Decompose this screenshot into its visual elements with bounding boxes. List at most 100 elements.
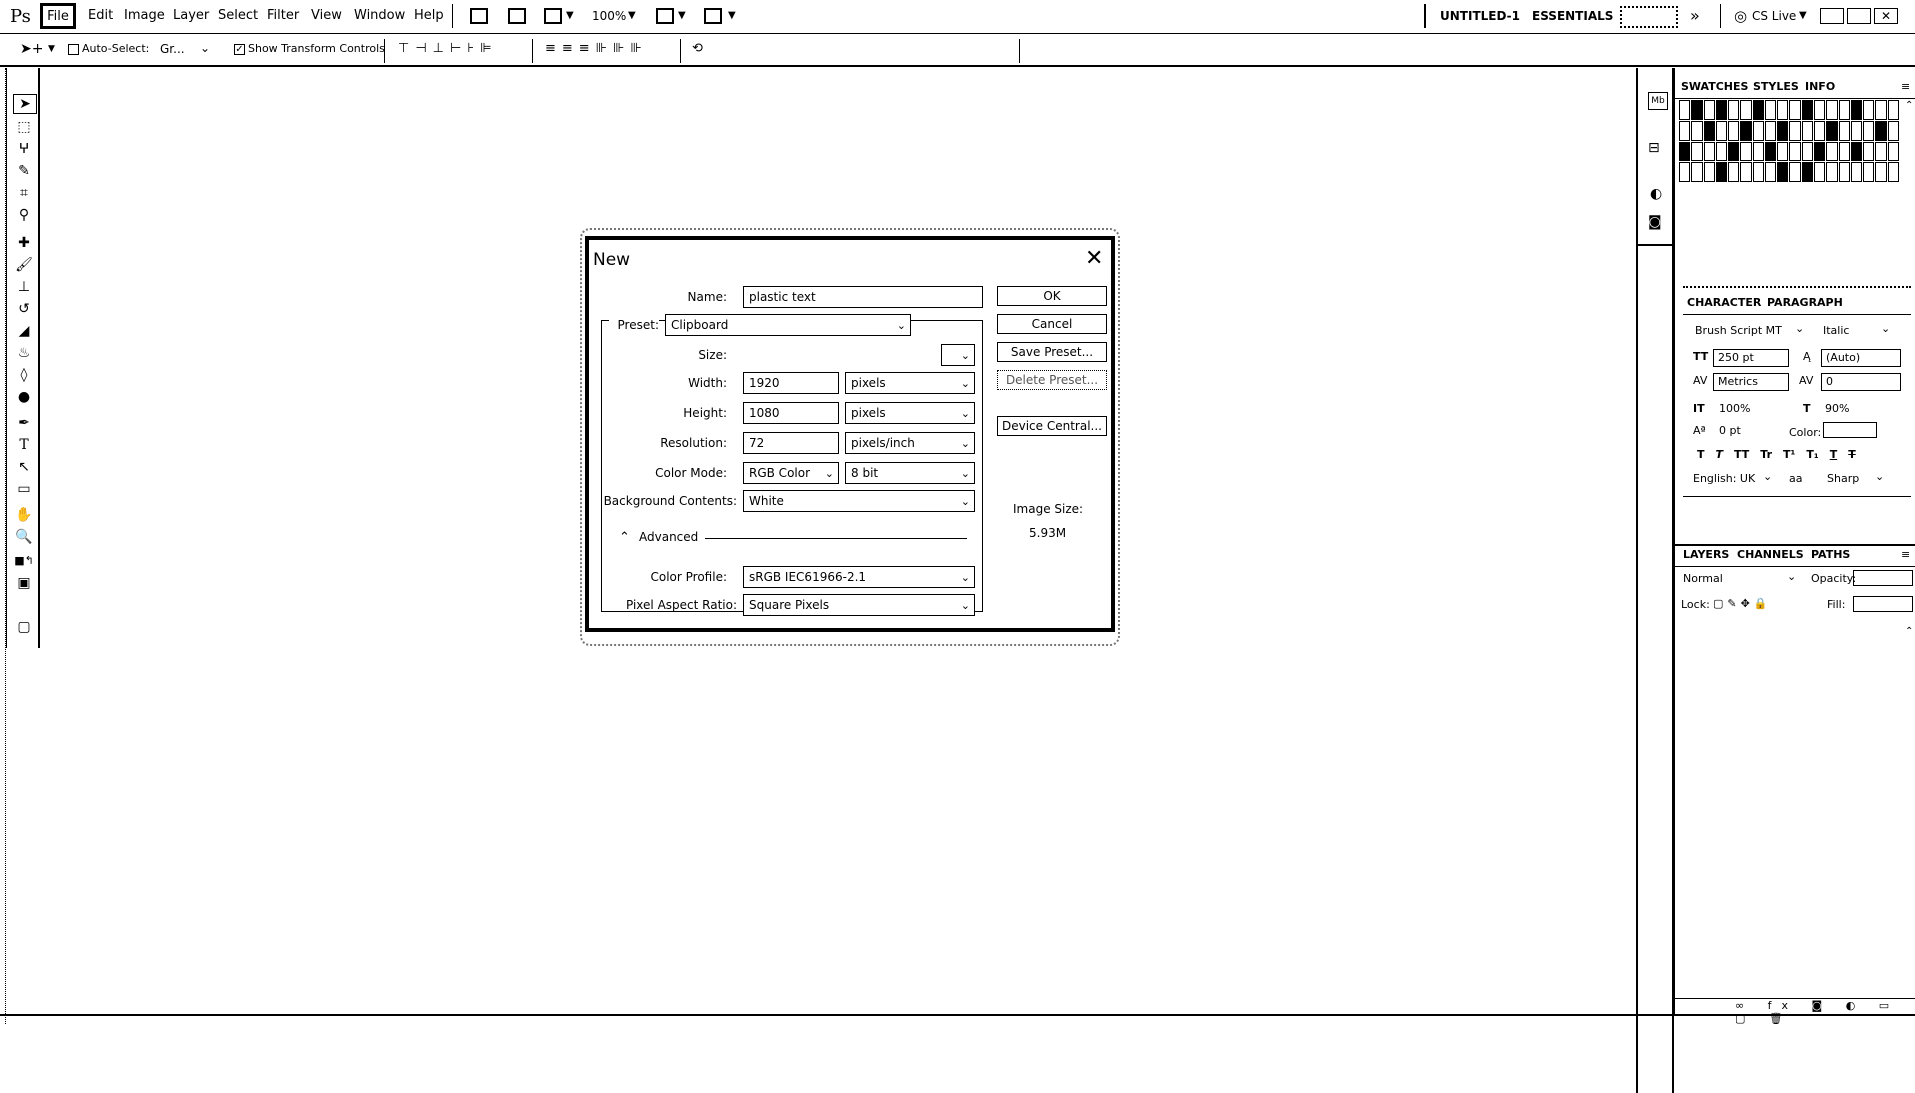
lasso-tool-icon[interactable]: ⵖ — [13, 140, 35, 158]
name-input[interactable]: plastic text — [743, 286, 983, 308]
close-icon[interactable]: ✕ — [1874, 8, 1898, 24]
masks-icon[interactable]: ◙ — [1648, 214, 1662, 230]
color-swap-icon[interactable]: ■↰ — [13, 552, 35, 570]
menu-select[interactable]: Select — [218, 8, 258, 23]
swatch-grid[interactable] — [1679, 100, 1899, 182]
healing-brush-icon[interactable]: ✚ — [13, 234, 35, 252]
delete-preset-button[interactable]: Delete Preset... — [997, 370, 1107, 390]
menu-filter[interactable]: Filter — [267, 8, 299, 23]
shape-tool-icon[interactable]: ▭ — [13, 480, 35, 498]
quick-selection-icon[interactable]: ✎ — [13, 162, 35, 180]
menu-help[interactable]: Help — [414, 8, 444, 23]
fill-field[interactable] — [1853, 596, 1913, 612]
tab-info[interactable]: INFO — [1805, 80, 1835, 93]
scroll-up-icon[interactable]: ⌃ — [1905, 626, 1913, 637]
tab-channels[interactable]: CHANNELS — [1737, 548, 1804, 561]
chevron-down-icon[interactable]: ⌄ — [1787, 570, 1796, 583]
menu-image[interactable]: Image — [124, 8, 165, 23]
height-unit-select[interactable]: pixels ⌄ — [845, 402, 975, 424]
double-chevron-icon[interactable]: » — [1690, 6, 1700, 25]
auto-select-target[interactable]: Gr... — [160, 42, 185, 56]
tab-swatches[interactable]: SWATCHES — [1681, 80, 1748, 93]
quick-mask-icon[interactable]: ▣ — [13, 574, 35, 592]
align-icons[interactable]: ⊤⊣⊥⊢⊦⊫ — [398, 41, 497, 56]
brush-tool-icon[interactable]: 🖌 — [13, 256, 35, 274]
clone-stamp-icon[interactable]: ⊥ — [13, 278, 35, 296]
font-size-field[interactable]: 250 pt — [1713, 349, 1789, 367]
layer-actions[interactable]: ∞ fx ◙ ◐ ▭ ▢ 🗑 — [1675, 998, 1915, 1025]
panel-menu-icon[interactable]: ≡ — [1901, 548, 1910, 561]
screen-mode-icon[interactable]: ▢ — [13, 618, 35, 636]
screen-mode-icon[interactable] — [704, 8, 722, 24]
view-extras-icon[interactable] — [544, 8, 562, 24]
arrange-documents-icon[interactable] — [656, 8, 674, 24]
device-central-button[interactable]: Device Central... — [997, 416, 1107, 436]
hand-tool-icon[interactable]: ✋ — [13, 506, 35, 524]
color-profile-select[interactable]: sRGB IEC61966-2.1 ⌄ — [743, 566, 975, 588]
mini-bridge-icon[interactable] — [508, 8, 526, 24]
paint-bucket-icon[interactable]: ♨ — [13, 344, 35, 362]
size-select[interactable]: ⌄ — [941, 344, 975, 366]
tab-styles[interactable]: STYLES — [1753, 80, 1799, 93]
panel-menu-icon[interactable]: ≡ — [1901, 80, 1910, 93]
lock-icons[interactable]: ▢✎✥🔒 — [1713, 597, 1772, 610]
chevron-down-icon[interactable]: ▼ — [678, 10, 686, 21]
opacity-field[interactable] — [1853, 570, 1913, 586]
chevron-down-icon[interactable]: ▼ — [628, 10, 636, 21]
all-caps-button[interactable]: TT — [1734, 448, 1749, 461]
tab-paths[interactable]: PATHS — [1811, 548, 1850, 561]
chevron-down-icon[interactable]: ▼ — [1799, 10, 1807, 21]
tracking-field[interactable]: 0 — [1821, 373, 1901, 391]
auto-select-checkbox[interactable] — [68, 44, 79, 55]
width-unit-select[interactable]: pixels ⌄ — [845, 372, 975, 394]
chevron-down-icon[interactable]: ▼ — [48, 44, 55, 54]
pixel-aspect-select[interactable]: Square Pixels ⌄ — [743, 594, 975, 616]
language-select[interactable]: English: UK — [1693, 472, 1755, 485]
tab-paragraph[interactable]: PARAGRAPH — [1767, 296, 1843, 309]
distribute-icons[interactable]: ≡≡≡⊪⊪⊪ — [545, 41, 648, 56]
faux-bold-button[interactable]: T — [1697, 448, 1705, 461]
chevron-down-icon[interactable]: ⌄ — [200, 41, 210, 55]
leading-field[interactable]: (Auto) — [1821, 349, 1901, 367]
width-input[interactable]: 1920 — [743, 372, 839, 394]
chevron-down-icon[interactable]: ⌄ — [1795, 322, 1804, 335]
subscript-button[interactable]: T₁ — [1806, 448, 1818, 461]
menu-view[interactable]: View — [311, 8, 342, 23]
font-style[interactable]: Italic — [1823, 324, 1849, 337]
scroll-up-icon[interactable]: ⌃ — [1905, 100, 1913, 111]
zoom-level[interactable]: 100% — [592, 9, 626, 23]
eraser-icon[interactable]: ◢ — [13, 322, 35, 340]
underline-button[interactable]: T — [1830, 448, 1838, 461]
kerning-field[interactable]: Metrics — [1713, 373, 1789, 391]
pen-tool-icon[interactable]: ✒ — [13, 414, 35, 432]
zoom-tool-icon[interactable]: 🔍 — [13, 528, 35, 546]
chevron-down-icon[interactable]: ⌄ — [1763, 470, 1772, 483]
height-input[interactable]: 1080 — [743, 402, 839, 424]
menu-file[interactable]: File — [40, 3, 76, 29]
small-caps-button[interactable]: Tr — [1760, 448, 1772, 461]
type-tool-icon[interactable]: T — [13, 436, 35, 454]
text-color-swatch[interactable] — [1823, 422, 1877, 438]
eyedropper-icon[interactable]: ⚲ — [13, 206, 35, 224]
save-preset-button[interactable]: Save Preset... — [997, 342, 1107, 362]
advanced-toggle-icon[interactable]: ⌃ — [619, 530, 630, 545]
bit-depth-select[interactable]: 8 bit ⌄ — [845, 462, 975, 484]
chevron-down-icon[interactable]: ▼ — [566, 10, 574, 21]
baseline-shift-value[interactable]: 0 pt — [1719, 424, 1741, 437]
chevron-down-icon[interactable]: ▼ — [728, 10, 736, 21]
move-tool-icon[interactable]: ➤ — [13, 94, 37, 114]
background-select[interactable]: White ⌄ — [743, 490, 975, 512]
strikethrough-button[interactable]: T — [1848, 448, 1856, 461]
blur-tool-icon[interactable]: ◊ — [13, 366, 35, 384]
horizontal-scale-value[interactable]: 90% — [1825, 402, 1849, 415]
history-brush-icon[interactable]: ↺ — [13, 300, 35, 318]
restore-button[interactable] — [1847, 8, 1871, 24]
chevron-down-icon[interactable]: ⌄ — [1881, 322, 1890, 335]
dodge-tool-icon[interactable]: ● — [13, 388, 35, 406]
close-icon[interactable]: ✕ — [1085, 246, 1103, 271]
move-tool-icon[interactable]: ➤+ — [20, 41, 43, 57]
cslive-menu[interactable]: CS Live — [1752, 9, 1796, 23]
show-transform-checkbox[interactable]: ✓ — [234, 44, 245, 55]
minimize-button[interactable] — [1820, 8, 1844, 24]
menu-edit[interactable]: Edit — [88, 8, 113, 23]
